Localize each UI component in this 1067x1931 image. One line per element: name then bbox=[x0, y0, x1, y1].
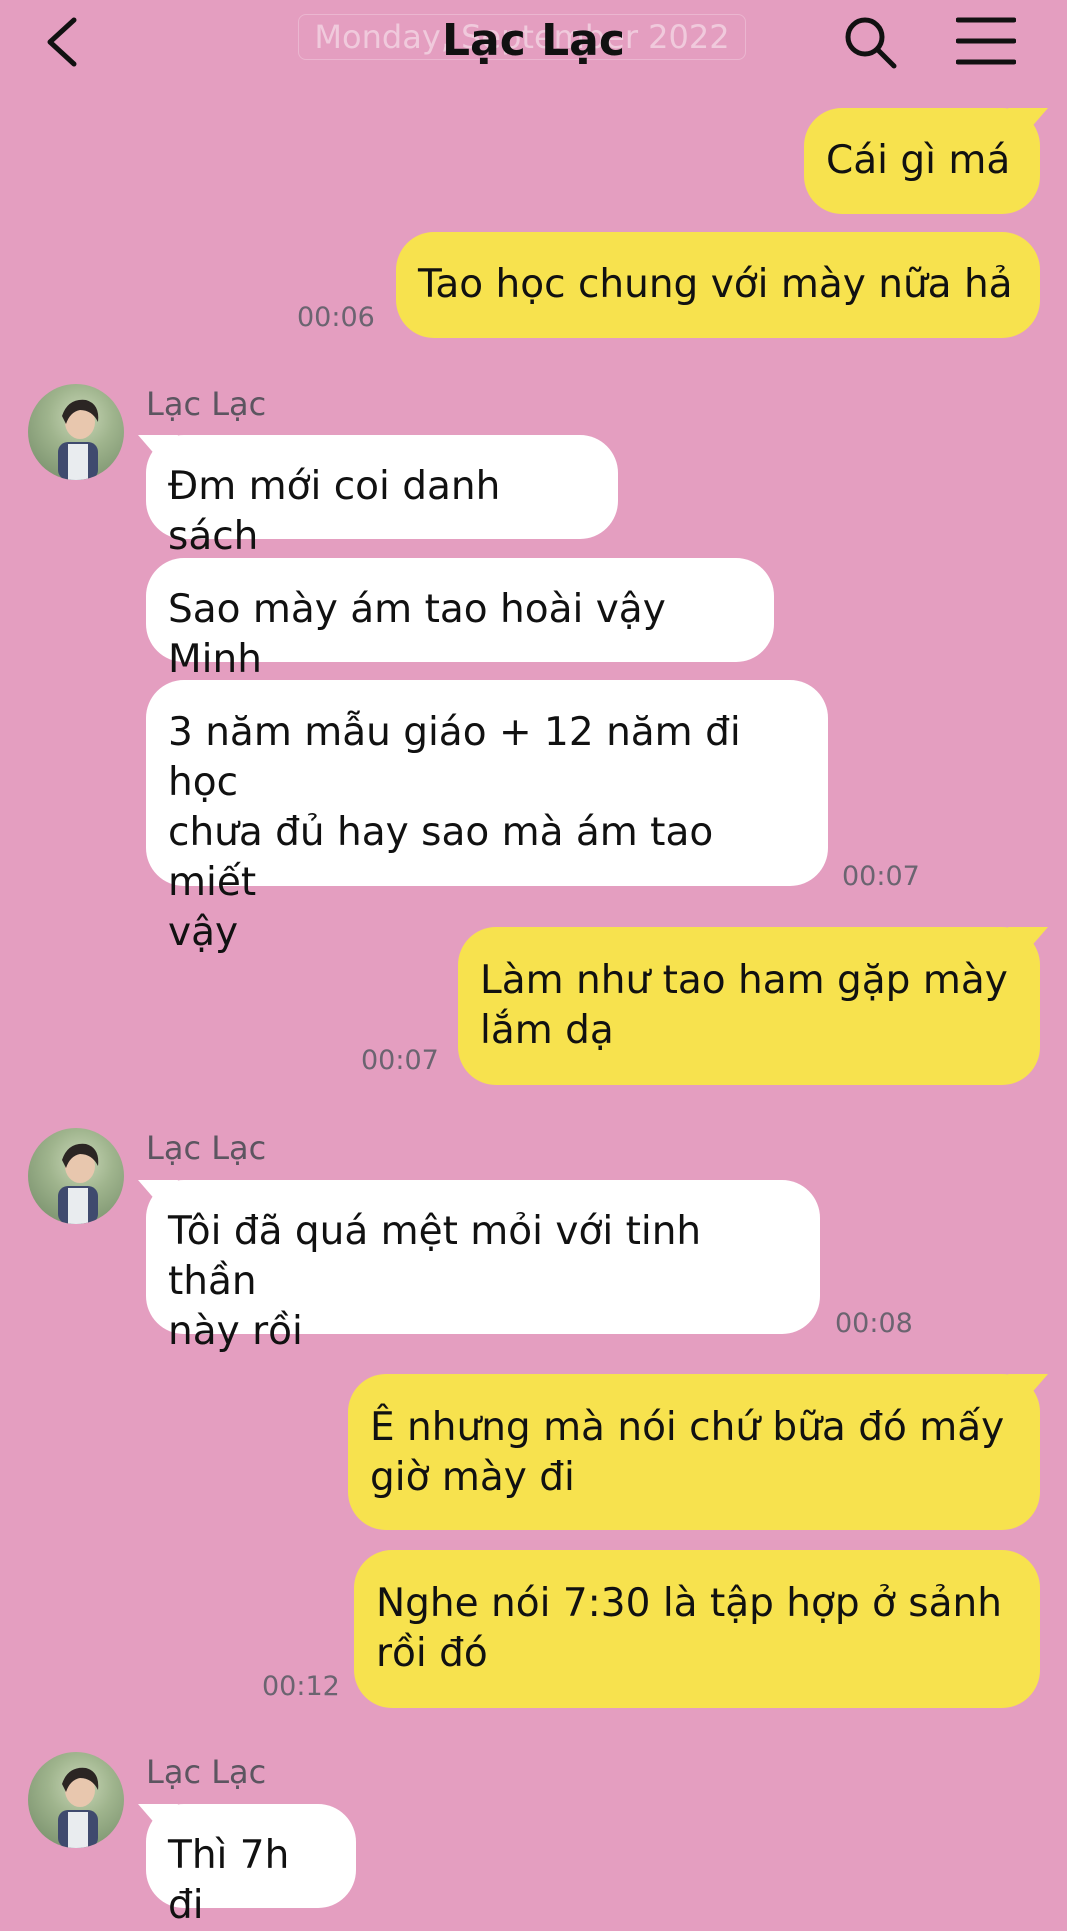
bubble-tail bbox=[1008, 927, 1048, 957]
message-text: Cái gì má bbox=[826, 138, 1011, 183]
message-text: Tao học chung với mày nữa hả bbox=[418, 262, 1013, 307]
outgoing-message[interactable]: Nghe nói 7:30 là tập hợp ở sảnh rồi đó bbox=[354, 1550, 1040, 1708]
chat-header: Monday, September 2022 Lạc Lạc bbox=[0, 0, 1067, 84]
message-text: Thì 7h đi bbox=[168, 1833, 290, 1928]
search-icon bbox=[845, 17, 897, 69]
message-text: Nghe nói 7:30 là tập hợp ở sảnh bbox=[376, 1581, 1002, 1626]
outgoing-message[interactable]: Tao học chung với mày nữa hả bbox=[396, 232, 1040, 338]
message-text: Đm mới coi danh sách bbox=[168, 464, 501, 559]
message-text: này rồi bbox=[168, 1309, 303, 1354]
message-time: 00:12 bbox=[262, 1671, 340, 1702]
incoming-message[interactable]: 3 năm mẫu giáo + 12 năm đi học chưa đủ h… bbox=[146, 680, 828, 955]
incoming-message[interactable]: Thì 7h đi bbox=[138, 1804, 356, 1928]
message-time: 00:06 bbox=[297, 302, 375, 333]
sender-name: Lạc Lạc bbox=[146, 1753, 267, 1791]
message-text: chưa đủ hay sao mà ám tao miết bbox=[168, 810, 714, 905]
message-text: 3 năm mẫu giáo + 12 năm đi học bbox=[168, 710, 741, 805]
incoming-message[interactable]: Sao mày ám tao hoài vậy Minh bbox=[146, 558, 774, 682]
sender-name: Lạc Lạc bbox=[146, 385, 267, 423]
message-text: Tôi đã quá mệt mỏi với tinh thần bbox=[168, 1209, 702, 1304]
outgoing-message[interactable]: Làm như tao ham gặp mày lắm dạ bbox=[458, 927, 1048, 1085]
bubble-tail bbox=[138, 1804, 178, 1834]
chat-title: Lạc Lạc bbox=[442, 15, 625, 66]
message-text: Ê nhưng mà nói chứ bữa đó mấy bbox=[370, 1405, 1005, 1450]
bubble-tail bbox=[1008, 108, 1048, 138]
bubble-tail bbox=[138, 435, 178, 465]
outgoing-message[interactable]: Cái gì má bbox=[804, 108, 1048, 214]
bubble-tail bbox=[138, 1180, 178, 1210]
message-text: rồi đó bbox=[376, 1631, 488, 1676]
outgoing-message[interactable]: Ê nhưng mà nói chứ bữa đó mấy giờ mày đi bbox=[348, 1374, 1048, 1530]
message-text: giờ mày đi bbox=[370, 1455, 575, 1500]
incoming-message[interactable]: Đm mới coi danh sách bbox=[138, 435, 618, 559]
hamburger-menu-icon bbox=[955, 17, 1017, 65]
message-time: 00:08 bbox=[835, 1308, 913, 1339]
message-text: lắm dạ bbox=[480, 1008, 614, 1053]
message-time: 00:07 bbox=[842, 861, 920, 892]
message-text: Sao mày ám tao hoài vậy Minh bbox=[168, 587, 666, 682]
menu-button[interactable] bbox=[955, 16, 1017, 66]
contact-avatar[interactable] bbox=[28, 384, 124, 480]
contact-avatar[interactable] bbox=[28, 1128, 124, 1224]
message-time: 00:07 bbox=[361, 1045, 439, 1076]
message-text: Làm như tao ham gặp mày bbox=[480, 958, 1008, 1003]
sender-name: Lạc Lạc bbox=[146, 1129, 267, 1167]
search-button[interactable] bbox=[842, 14, 898, 70]
contact-avatar[interactable] bbox=[28, 1752, 124, 1848]
bubble-tail bbox=[1008, 1374, 1048, 1404]
incoming-message[interactable]: Tôi đã quá mệt mỏi với tinh thần này rồi bbox=[138, 1180, 820, 1354]
